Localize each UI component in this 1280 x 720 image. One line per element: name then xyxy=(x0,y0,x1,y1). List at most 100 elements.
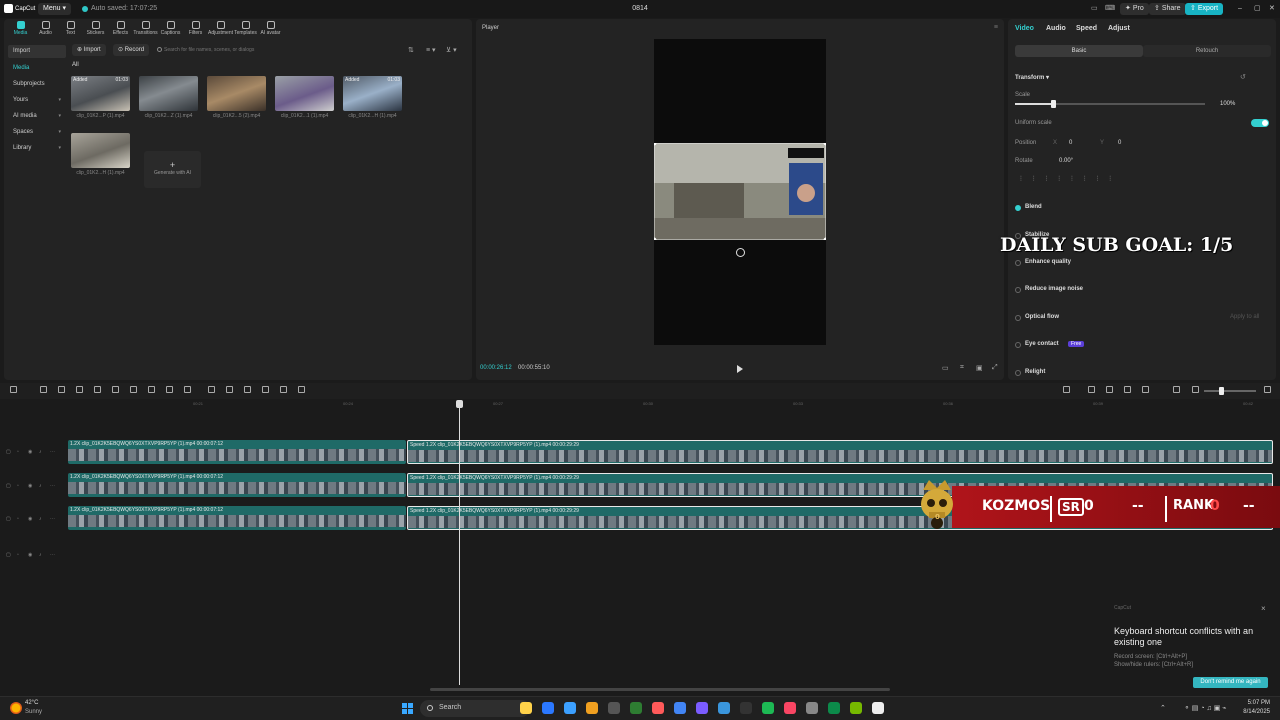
delete-icon[interactable] xyxy=(130,386,137,393)
export-button[interactable]: ⇧ Export xyxy=(1185,3,1224,15)
rotate-handle-icon[interactable] xyxy=(736,248,745,257)
tab-video[interactable]: Video xyxy=(1015,25,1034,32)
keyframe-icon[interactable] xyxy=(298,386,305,393)
track-expand-icon[interactable]: ▢ xyxy=(6,483,11,489)
align-bottom-icon[interactable]: ⫶ xyxy=(1084,176,1086,184)
pro-button[interactable]: ✦ Pro xyxy=(1120,3,1149,15)
player-menu-icon[interactable]: ≡ xyxy=(994,24,998,31)
visibility-icon[interactable]: ◉ xyxy=(28,516,32,522)
rotate-tool-icon[interactable] xyxy=(226,386,233,393)
undo-icon[interactable] xyxy=(40,386,47,393)
timeline-clip[interactable]: 1.2X clip_01K2K5EBQWQ6YS0XTXVP9RP5YP (1)… xyxy=(68,473,406,497)
import-button[interactable]: ⊕ Import xyxy=(72,44,106,56)
mirror-icon[interactable] xyxy=(208,386,215,393)
taskbar-app-icon[interactable] xyxy=(608,702,620,714)
sidebar-item-subprojects[interactable]: Subprojects xyxy=(8,78,66,91)
scale-slider-handle[interactable] xyxy=(1051,100,1056,108)
tab-speed[interactable]: Speed xyxy=(1076,25,1097,32)
sidebar-item-import[interactable]: Import xyxy=(8,45,66,58)
toolbar-templates[interactable]: Templates xyxy=(233,19,258,39)
audio-icon[interactable]: ♪ xyxy=(39,552,42,558)
enhance-checkbox[interactable] xyxy=(1015,260,1021,266)
taskbar-app-icon[interactable] xyxy=(520,702,532,714)
taskbar-app-icon[interactable] xyxy=(542,702,554,714)
pos-x-field[interactable]: 0 xyxy=(1069,140,1072,146)
quality-icon[interactable]: ▣ xyxy=(976,364,983,372)
taskbar-app-icon[interactable] xyxy=(652,702,664,714)
toolbar-media[interactable]: Media xyxy=(8,19,33,39)
tab-adjust[interactable]: Adjust xyxy=(1108,25,1130,32)
taskbar-app-icon[interactable] xyxy=(630,702,642,714)
redo-icon[interactable] xyxy=(58,386,65,393)
filter-icon[interactable]: ⊻ ▾ xyxy=(446,46,457,54)
split-right-icon[interactable] xyxy=(112,386,119,393)
taskbar-app-icon[interactable] xyxy=(762,702,774,714)
sidebar-item-spaces[interactable]: Spaces ▾ xyxy=(8,126,66,139)
weather-desc[interactable]: Sunny xyxy=(25,709,42,715)
box-icon[interactable] xyxy=(280,386,287,393)
crop-icon[interactable]: ⌗ xyxy=(960,364,964,372)
playhead-handle[interactable] xyxy=(456,400,463,408)
sidebar-item-yours[interactable]: Yours ▾ xyxy=(8,94,66,107)
more-icon[interactable]: ⋯ xyxy=(50,552,55,558)
toolbar-stickers[interactable]: Stickers xyxy=(83,19,108,39)
taskbar-search[interactable]: Search xyxy=(420,700,530,717)
shortcuts-icon[interactable]: ⌨ xyxy=(1100,3,1120,15)
zoom-slider-track[interactable] xyxy=(1204,390,1256,392)
track-expand-icon[interactable]: ▢ xyxy=(6,516,11,522)
mic-icon[interactable] xyxy=(1063,386,1070,393)
taskbar-app-icon[interactable] xyxy=(806,702,818,714)
tray-icons[interactable]: ⚬ ▤ ◔ ♫ ▣ ⌁ xyxy=(1184,704,1227,712)
eye-contact-checkbox[interactable] xyxy=(1015,342,1021,348)
toast-close-icon[interactable]: × xyxy=(1261,604,1266,613)
tab-audio[interactable]: Audio xyxy=(1046,25,1066,32)
video-frame[interactable] xyxy=(654,143,826,240)
zoom-out-icon[interactable] xyxy=(1192,386,1199,393)
fullscreen-icon[interactable]: ⤢ xyxy=(992,364,998,372)
more-icon[interactable]: ⋯ xyxy=(50,449,55,455)
optical-flow-checkbox[interactable] xyxy=(1015,315,1021,321)
align-middle-icon[interactable]: ⫶ xyxy=(1071,176,1073,184)
timeline-ruler[interactable]: 00:21 00:24 00:27 00:30 00:33 00:36 00:39 00:42 xyxy=(67,399,1280,411)
playhead-line[interactable] xyxy=(459,400,460,685)
toolbar-effects[interactable]: Effects xyxy=(108,19,133,39)
taskbar-app-icon[interactable] xyxy=(564,702,576,714)
fit-icon[interactable] xyxy=(1173,386,1180,393)
minimize-button[interactable]: – xyxy=(1233,3,1247,15)
toolbar-text[interactable]: Text xyxy=(58,19,83,39)
reset-icon[interactable]: ↺ xyxy=(1240,73,1246,81)
frame-icon[interactable] xyxy=(262,386,269,393)
track-expand-icon[interactable]: ▢ xyxy=(6,552,11,558)
media-clip-thumbnail[interactable]: clip_01K2...1 (1).mp4 xyxy=(275,76,334,119)
rotate-field[interactable]: 0.00° xyxy=(1059,158,1073,164)
zoom-slider-handle[interactable] xyxy=(1219,387,1224,395)
generate-ai-button[interactable]: + Generate with AI xyxy=(144,151,201,188)
zoom-in-icon[interactable] xyxy=(1264,386,1271,393)
record-button[interactable]: ⊙ Record xyxy=(113,44,150,56)
visibility-icon[interactable]: ◉ xyxy=(28,552,32,558)
align-right-icon[interactable]: ⫶ xyxy=(1046,176,1048,184)
clock-time[interactable]: 5:07 PM xyxy=(1244,700,1270,706)
split-icon[interactable] xyxy=(76,386,83,393)
clock-date[interactable]: 8/14/2025 xyxy=(1238,709,1270,715)
relight-checkbox[interactable] xyxy=(1015,370,1021,376)
play-button[interactable] xyxy=(737,365,743,373)
snap-icon[interactable] xyxy=(1124,386,1131,393)
media-clip-thumbnail[interactable]: Added 01:03 clip_01K2...P (1).mp4 xyxy=(71,76,130,119)
tray-chevron-icon[interactable]: ⌃ xyxy=(1160,704,1166,712)
lock-icon[interactable]: ▫ xyxy=(17,552,19,558)
audio-icon[interactable]: ♪ xyxy=(39,516,42,522)
noise-checkbox[interactable] xyxy=(1015,287,1021,293)
taskbar-app-icon[interactable] xyxy=(718,702,730,714)
blend-checkbox[interactable] xyxy=(1015,205,1021,211)
track-expand-icon[interactable]: ▢ xyxy=(6,449,11,455)
visibility-icon[interactable]: ◉ xyxy=(28,483,32,489)
tab-retouch[interactable]: Retouch xyxy=(1143,45,1271,57)
view-toggle-icon[interactable]: ≡ ▾ xyxy=(426,46,436,54)
more-icon[interactable]: ⋯ xyxy=(50,483,55,489)
timeline-clip[interactable]: 1.2X clip_01K2K5EBQWQ6YS0XTXVP9RP5YP (1)… xyxy=(68,440,406,464)
split-left-icon[interactable] xyxy=(94,386,101,393)
taskbar-app-icon[interactable] xyxy=(872,702,884,714)
visibility-icon[interactable]: ◉ xyxy=(28,449,32,455)
media-clip-thumbnail[interactable]: clip_01K2...5 (2).mp4 xyxy=(207,76,266,119)
